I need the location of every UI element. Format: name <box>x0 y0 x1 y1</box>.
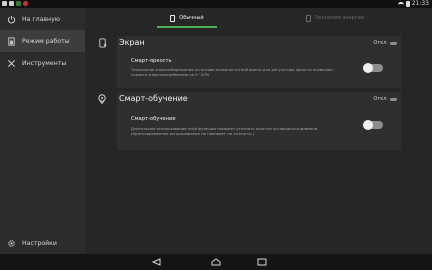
screen-section-header[interactable]: Экран Откл. <box>98 36 401 52</box>
tab-label: Обычный <box>179 15 204 21</box>
state-label: Откл. <box>373 96 388 102</box>
sidebar-item-label: Режим работы <box>22 37 70 45</box>
mode-tabs: Обычный Экономия энергии <box>85 8 432 28</box>
smart-learning-toggle[interactable] <box>363 120 383 130</box>
toggle-knob <box>363 120 373 130</box>
sidebar-item-label: Инструменты <box>22 59 67 67</box>
cloud-icon <box>390 97 397 101</box>
app-screen: 21:33 На главную Режим работы Инструмент… <box>0 0 432 270</box>
section-state: Откл. <box>373 96 397 102</box>
clock: 21:33 <box>411 0 429 7</box>
back-button[interactable] <box>150 257 162 267</box>
home-button[interactable] <box>210 257 222 267</box>
gear-icon <box>6 238 16 248</box>
location-pin-icon <box>97 94 107 104</box>
system-icons: 21:33 <box>397 0 429 8</box>
alert-notification-icon <box>23 1 28 6</box>
notification-icon <box>9 1 14 6</box>
smart-learning-section-header[interactable]: Смарт-обучение Откл. <box>98 92 401 108</box>
active-tab-indicator <box>157 26 217 28</box>
section-title: Смарт-обучение <box>119 94 188 103</box>
tab-label: Экономия энергии <box>315 15 364 21</box>
sidebar-item-tools[interactable]: Инструменты <box>0 52 85 74</box>
main-panel: Обычный Экономия энергии Экран Откл. Сма… <box>85 8 432 254</box>
sidebar-item-label: Настройки <box>22 239 57 247</box>
sidebar-item-settings[interactable]: Настройки <box>0 232 85 254</box>
battery-icon <box>405 1 410 7</box>
tools-icon <box>6 58 16 68</box>
app-notification-icon <box>16 1 21 6</box>
screen-section: Экран Откл. Смарт-яркость Технология эне… <box>98 36 401 88</box>
section-title: Экран <box>119 38 145 47</box>
recents-button[interactable] <box>256 257 268 267</box>
sidebar-item-home[interactable]: На главную <box>0 8 85 30</box>
notification-icons <box>2 1 28 6</box>
wifi-icon <box>397 1 404 7</box>
sidebar-item-label: На главную <box>22 15 60 23</box>
row-title: Смарт-яркость <box>131 58 172 64</box>
smart-learning-row[interactable]: Смарт-обучение Длительное использование … <box>117 116 401 146</box>
tab-normal[interactable]: Обычный <box>157 10 217 28</box>
home-icon <box>211 258 221 266</box>
notification-icon <box>2 1 7 6</box>
status-bar: 21:33 <box>0 0 432 8</box>
phone-battery-icon <box>6 36 16 46</box>
smart-learning-section: Смарт-обучение Откл. Смарт-обучение Длит… <box>98 92 401 150</box>
row-description: Технология энергосбережения на основе ни… <box>131 67 334 77</box>
smart-brightness-row[interactable]: Смарт-яркость Технология энергосбережени… <box>117 58 401 86</box>
tab-power-saving[interactable]: Экономия энергии <box>300 10 370 26</box>
row-description: Длительное использование этой функции по… <box>131 126 319 136</box>
smart-brightness-toggle[interactable] <box>363 63 383 73</box>
state-label: Откл. <box>373 40 388 46</box>
system-nav-bar <box>0 254 432 270</box>
sidebar: На главную Режим работы Инструменты Наст… <box>0 8 85 254</box>
phone-icon <box>170 14 176 22</box>
recents-icon <box>257 258 267 266</box>
power-icon <box>6 14 16 24</box>
battery-saver-icon <box>306 14 312 22</box>
phone-icon <box>97 38 107 48</box>
toggle-knob <box>363 63 373 73</box>
cloud-icon <box>390 41 397 45</box>
sidebar-item-mode[interactable]: Режим работы <box>0 30 85 52</box>
section-state: Откл. <box>373 40 397 46</box>
row-title: Смарт-обучение <box>131 116 176 122</box>
back-icon <box>151 258 161 266</box>
